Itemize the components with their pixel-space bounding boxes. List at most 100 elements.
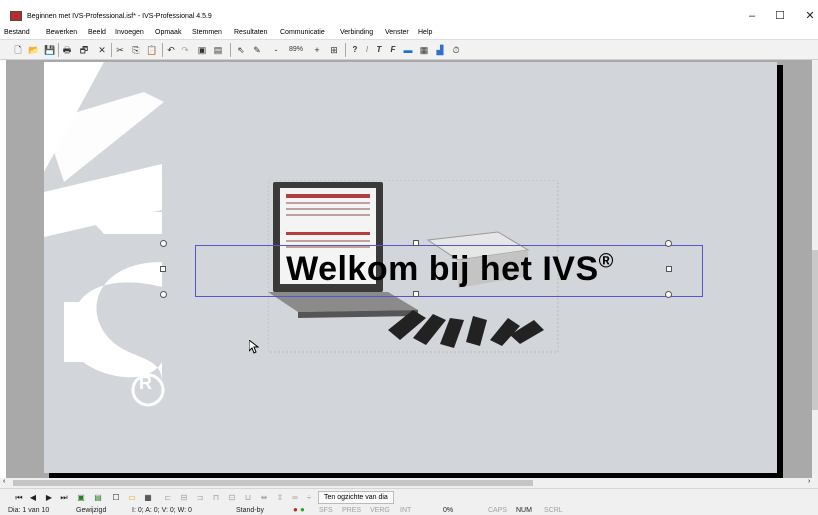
status-counts: I: 0; A: 0; V: 0; W: 0 bbox=[132, 507, 192, 514]
status-pres: PRES bbox=[342, 507, 362, 514]
menu-bestand[interactable]: Bestand bbox=[4, 29, 30, 36]
toolbar-separator bbox=[345, 43, 346, 57]
slide-canvas[interactable]: R Welkom bij het IVS® bbox=[44, 62, 777, 473]
menu-bar: Bestand Bewerken Beeld Invoegen Opmaak S… bbox=[0, 28, 818, 39]
bring-front-icon[interactable]: ▣ bbox=[196, 43, 208, 57]
resize-handle-bottom[interactable] bbox=[413, 291, 419, 297]
app-icon bbox=[10, 11, 22, 21]
toolbar-separator bbox=[58, 43, 59, 57]
slide-navigation-bar: ⏮ ◀ ▶ ⏭ ▣ ▤ ☐ ▭ ▦ ⊏ ⊟ ⊐ ⊓ ⊡ ⊔ ⇹ ⇳ ∞ ÷ Te… bbox=[0, 488, 818, 506]
status-verg: VERG bbox=[370, 507, 390, 514]
relative-to-slide-button[interactable]: Ten ogzichte van dia bbox=[318, 491, 394, 504]
text-button[interactable]: T bbox=[374, 43, 384, 57]
distribute-h-icon[interactable]: ⇹ bbox=[258, 492, 270, 504]
insert-slide-icon[interactable]: ▣ bbox=[75, 492, 87, 504]
align-top-icon[interactable]: ⊓ bbox=[210, 492, 222, 504]
window-title: Beginnen met IVS-Professional.isf* - IVS… bbox=[27, 13, 212, 20]
view-sorter-icon[interactable]: ▦ bbox=[142, 492, 154, 504]
menu-stemmen[interactable]: Stemmen bbox=[192, 29, 222, 36]
horizontal-scroll-thumb[interactable] bbox=[13, 480, 533, 486]
status-mode: Stand-by bbox=[236, 507, 265, 514]
result-table-icon[interactable]: ▦ bbox=[418, 43, 430, 57]
resize-handle-top[interactable] bbox=[413, 240, 419, 246]
status-percent: 0% bbox=[443, 507, 454, 514]
welcome-textbox[interactable]: Welkom bij het IVS® bbox=[195, 245, 703, 297]
menu-beeld[interactable]: Beeld bbox=[88, 29, 106, 36]
status-num: NUM bbox=[516, 507, 532, 514]
format-button[interactable]: F bbox=[388, 43, 398, 57]
status-slide-counter: Dia: 1 van 10 bbox=[8, 507, 50, 514]
menu-bewerken[interactable]: Bewerken bbox=[46, 29, 77, 36]
minimize-button[interactable]: – bbox=[742, 8, 762, 24]
next-slide-icon[interactable]: ▶ bbox=[44, 492, 54, 504]
scroll-right-arrow-icon[interactable]: › bbox=[808, 478, 810, 485]
menu-verbinding[interactable]: Verbinding bbox=[340, 29, 373, 36]
bar-chart-icon[interactable]: ▟ bbox=[434, 43, 446, 57]
align-bottom-icon[interactable]: ⊔ bbox=[242, 492, 254, 504]
save-icon[interactable]: 💾 bbox=[44, 43, 56, 57]
help-button[interactable]: ? bbox=[350, 43, 360, 57]
center-icon[interactable]: ÷ bbox=[304, 492, 314, 504]
distribute-v-icon[interactable]: ⇳ bbox=[274, 492, 286, 504]
first-slide-icon[interactable]: ⏮ bbox=[14, 492, 24, 504]
select-pointer-icon[interactable]: ⇖ bbox=[235, 43, 247, 57]
resize-handle-right[interactable] bbox=[666, 266, 672, 272]
menu-help[interactable]: Help bbox=[418, 29, 432, 36]
print-icon[interactable]: 🖶 bbox=[61, 43, 73, 57]
toolbar-separator bbox=[162, 43, 163, 57]
toolbar-separator bbox=[230, 43, 231, 57]
menu-venster[interactable]: Venster bbox=[385, 29, 409, 36]
zoom-out-button[interactable]: - bbox=[272, 43, 280, 57]
slide-workspace[interactable]: R Welkom bij het IVS® bbox=[6, 60, 814, 478]
italic-button[interactable]: I bbox=[362, 43, 372, 57]
zoom-level: 89% bbox=[288, 46, 303, 53]
open-folder-icon[interactable]: 📂 bbox=[28, 43, 40, 57]
pen-icon[interactable]: ✎ bbox=[251, 43, 263, 57]
status-bar: Dia: 1 van 10 Gewijzigd I: 0; A: 0; V: 0… bbox=[0, 506, 818, 515]
mouse-cursor-icon bbox=[249, 340, 259, 354]
zoom-in-button[interactable]: + bbox=[313, 43, 321, 57]
cut-icon[interactable]: ✂ bbox=[114, 43, 126, 57]
align-middle-icon[interactable]: ⊡ bbox=[226, 492, 238, 504]
redo-icon[interactable]: ↷ bbox=[180, 43, 190, 57]
view-outline-icon[interactable]: ▭ bbox=[126, 492, 138, 504]
maximize-button[interactable]: ☐ bbox=[770, 8, 790, 24]
slide-title-text: Welkom bij het IVS bbox=[286, 250, 599, 288]
status-modified: Gewijzigd bbox=[76, 507, 107, 514]
fit-page-icon[interactable]: ⊞ bbox=[328, 43, 340, 57]
vertical-scrollbar[interactable] bbox=[812, 60, 818, 478]
remove-slide-icon[interactable]: ▤ bbox=[92, 492, 104, 504]
toolbar-separator bbox=[111, 43, 112, 57]
fill-color-icon[interactable]: ▬ bbox=[402, 43, 414, 57]
resize-handle-top-left[interactable] bbox=[160, 240, 167, 247]
previous-slide-icon[interactable]: ◀ bbox=[28, 492, 38, 504]
ungroup-icon[interactable]: ∞ bbox=[290, 492, 300, 504]
new-file-icon[interactable]: 🗋 bbox=[12, 43, 24, 57]
delete-icon[interactable]: ✕ bbox=[96, 43, 108, 57]
resize-handle-top-right[interactable] bbox=[665, 240, 672, 247]
close-button[interactable]: ✕ bbox=[800, 8, 818, 24]
last-slide-icon[interactable]: ⏭ bbox=[59, 492, 69, 504]
properties-icon[interactable]: 🗗 bbox=[78, 43, 90, 57]
menu-opmaak[interactable]: Opmaak bbox=[155, 29, 181, 36]
resize-handle-left[interactable] bbox=[160, 266, 166, 272]
red-status-led-icon: ● bbox=[293, 505, 298, 514]
undo-icon[interactable]: ↶ bbox=[166, 43, 176, 57]
scroll-left-arrow-icon[interactable]: ‹ bbox=[3, 478, 5, 485]
menu-communicatie[interactable]: Communicatie bbox=[280, 29, 325, 36]
paste-icon[interactable]: 📋 bbox=[146, 43, 158, 57]
timer-icon[interactable]: ⏱ bbox=[450, 43, 462, 57]
status-scrl: SCRL bbox=[544, 507, 563, 514]
vertical-scroll-thumb[interactable] bbox=[812, 250, 818, 410]
align-center-icon[interactable]: ⊟ bbox=[178, 492, 190, 504]
resize-handle-bottom-right[interactable] bbox=[665, 291, 672, 298]
view-normal-icon[interactable]: ☐ bbox=[110, 492, 122, 504]
send-back-icon[interactable]: ▤ bbox=[212, 43, 224, 57]
align-right-icon[interactable]: ⊐ bbox=[194, 492, 206, 504]
menu-resultaten[interactable]: Resultaten bbox=[234, 29, 267, 36]
menu-invoegen[interactable]: Invoegen bbox=[115, 29, 144, 36]
resize-handle-bottom-left[interactable] bbox=[160, 291, 167, 298]
copy-icon[interactable]: ⎘ bbox=[130, 43, 142, 57]
align-left-icon[interactable]: ⊏ bbox=[162, 492, 174, 504]
horizontal-scrollbar[interactable]: ‹ › bbox=[0, 478, 818, 488]
